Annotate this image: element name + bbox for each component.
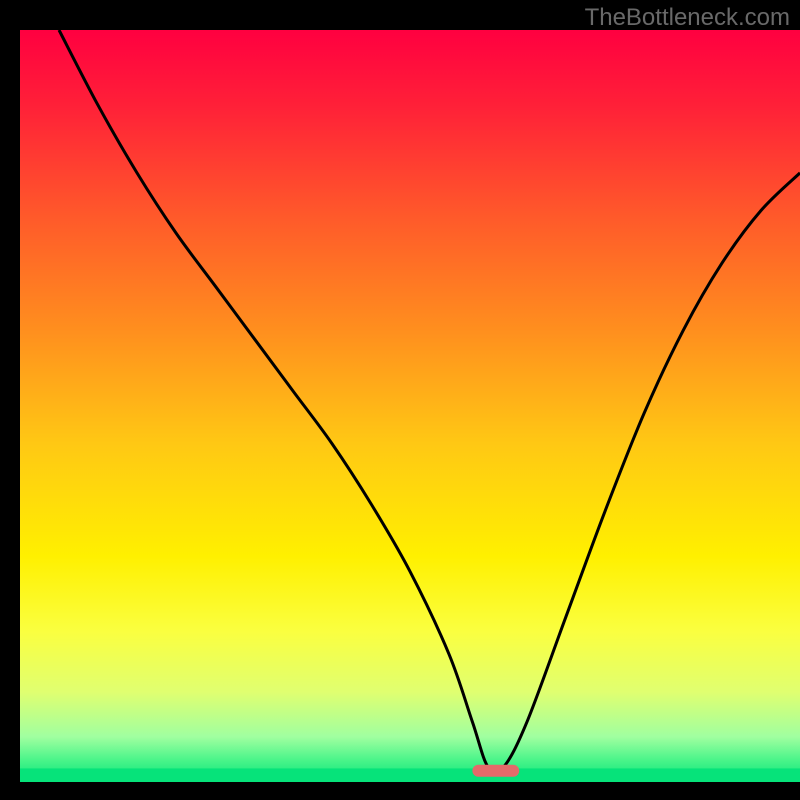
bottleneck-chart: [0, 0, 800, 800]
chart-frame: TheBottleneck.com: [0, 0, 800, 800]
green-baseline-band: [20, 768, 800, 782]
optimum-marker: [472, 765, 519, 777]
watermark-text: TheBottleneck.com: [585, 4, 790, 32]
plot-background: [20, 30, 800, 782]
